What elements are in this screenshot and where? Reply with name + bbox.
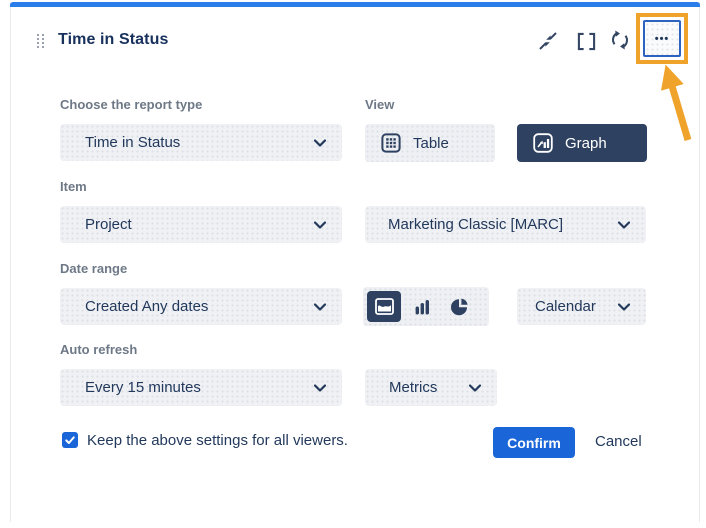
confirm-button[interactable]: Confirm xyxy=(493,427,575,458)
metrics-select[interactable]: Metrics xyxy=(365,369,497,406)
viewers-settings-label: Keep the above settings for all viewers. xyxy=(87,432,348,449)
page-title: Time in Status xyxy=(58,31,168,49)
date-range-select[interactable]: Created Any dates xyxy=(60,288,342,325)
chevron-down-icon xyxy=(314,303,326,311)
chart-type-bar-button[interactable] xyxy=(405,291,439,322)
refresh-button[interactable] xyxy=(608,28,632,52)
chart-type-group xyxy=(363,287,489,326)
collapse-button[interactable] xyxy=(536,29,560,53)
report-type-value: Time in Status xyxy=(85,134,180,151)
area-chart-icon xyxy=(375,298,394,315)
metrics-value: Metrics xyxy=(389,379,437,396)
chevron-down-icon xyxy=(618,303,630,311)
checkmark-icon xyxy=(64,434,76,446)
calendar-select[interactable]: Calendar xyxy=(517,288,646,325)
view-graph-label: Graph xyxy=(565,135,607,152)
view-label: View xyxy=(365,97,394,112)
viewers-settings-checkbox[interactable] xyxy=(62,432,78,448)
chevron-down-icon xyxy=(618,221,630,229)
report-type-select[interactable]: Time in Status xyxy=(60,124,342,161)
auto-refresh-select[interactable]: Every 15 minutes xyxy=(60,369,342,406)
chart-type-pie-button[interactable] xyxy=(443,291,477,322)
view-graph-button[interactable]: Graph xyxy=(517,124,647,162)
chevron-down-icon xyxy=(469,384,481,392)
chevron-down-icon xyxy=(314,221,326,229)
drag-handle-icon[interactable] xyxy=(37,34,44,48)
fullscreen-button[interactable] xyxy=(574,29,598,53)
date-range-label: Date range xyxy=(60,261,127,276)
refresh-icon xyxy=(609,29,631,51)
item-type-select[interactable]: Project xyxy=(60,206,342,243)
date-range-value: Created Any dates xyxy=(85,298,208,315)
calendar-value: Calendar xyxy=(535,298,596,315)
collapse-icon xyxy=(538,31,558,51)
auto-refresh-label: Auto refresh xyxy=(60,342,137,357)
item-type-value: Project xyxy=(85,216,132,233)
graph-chart-icon xyxy=(533,133,553,153)
item-label: Item xyxy=(60,179,87,194)
report-type-label: Choose the report type xyxy=(60,97,202,112)
table-grid-icon xyxy=(381,133,401,153)
pie-chart-icon xyxy=(451,298,469,316)
fullscreen-icon xyxy=(577,32,596,51)
panel-top-accent-bar xyxy=(10,2,700,7)
chart-type-area-button[interactable] xyxy=(367,291,401,322)
more-options-button[interactable]: ••• xyxy=(643,20,681,57)
view-table-button[interactable]: Table xyxy=(365,124,495,162)
project-select[interactable]: Marketing Classic [MARC] xyxy=(365,206,646,243)
chevron-down-icon xyxy=(314,384,326,392)
bar-chart-icon xyxy=(413,298,431,316)
chevron-down-icon xyxy=(314,139,326,147)
view-table-label: Table xyxy=(413,135,449,152)
project-value: Marketing Classic [MARC] xyxy=(388,216,563,233)
auto-refresh-value: Every 15 minutes xyxy=(85,379,201,396)
cancel-button[interactable]: Cancel xyxy=(595,433,642,450)
